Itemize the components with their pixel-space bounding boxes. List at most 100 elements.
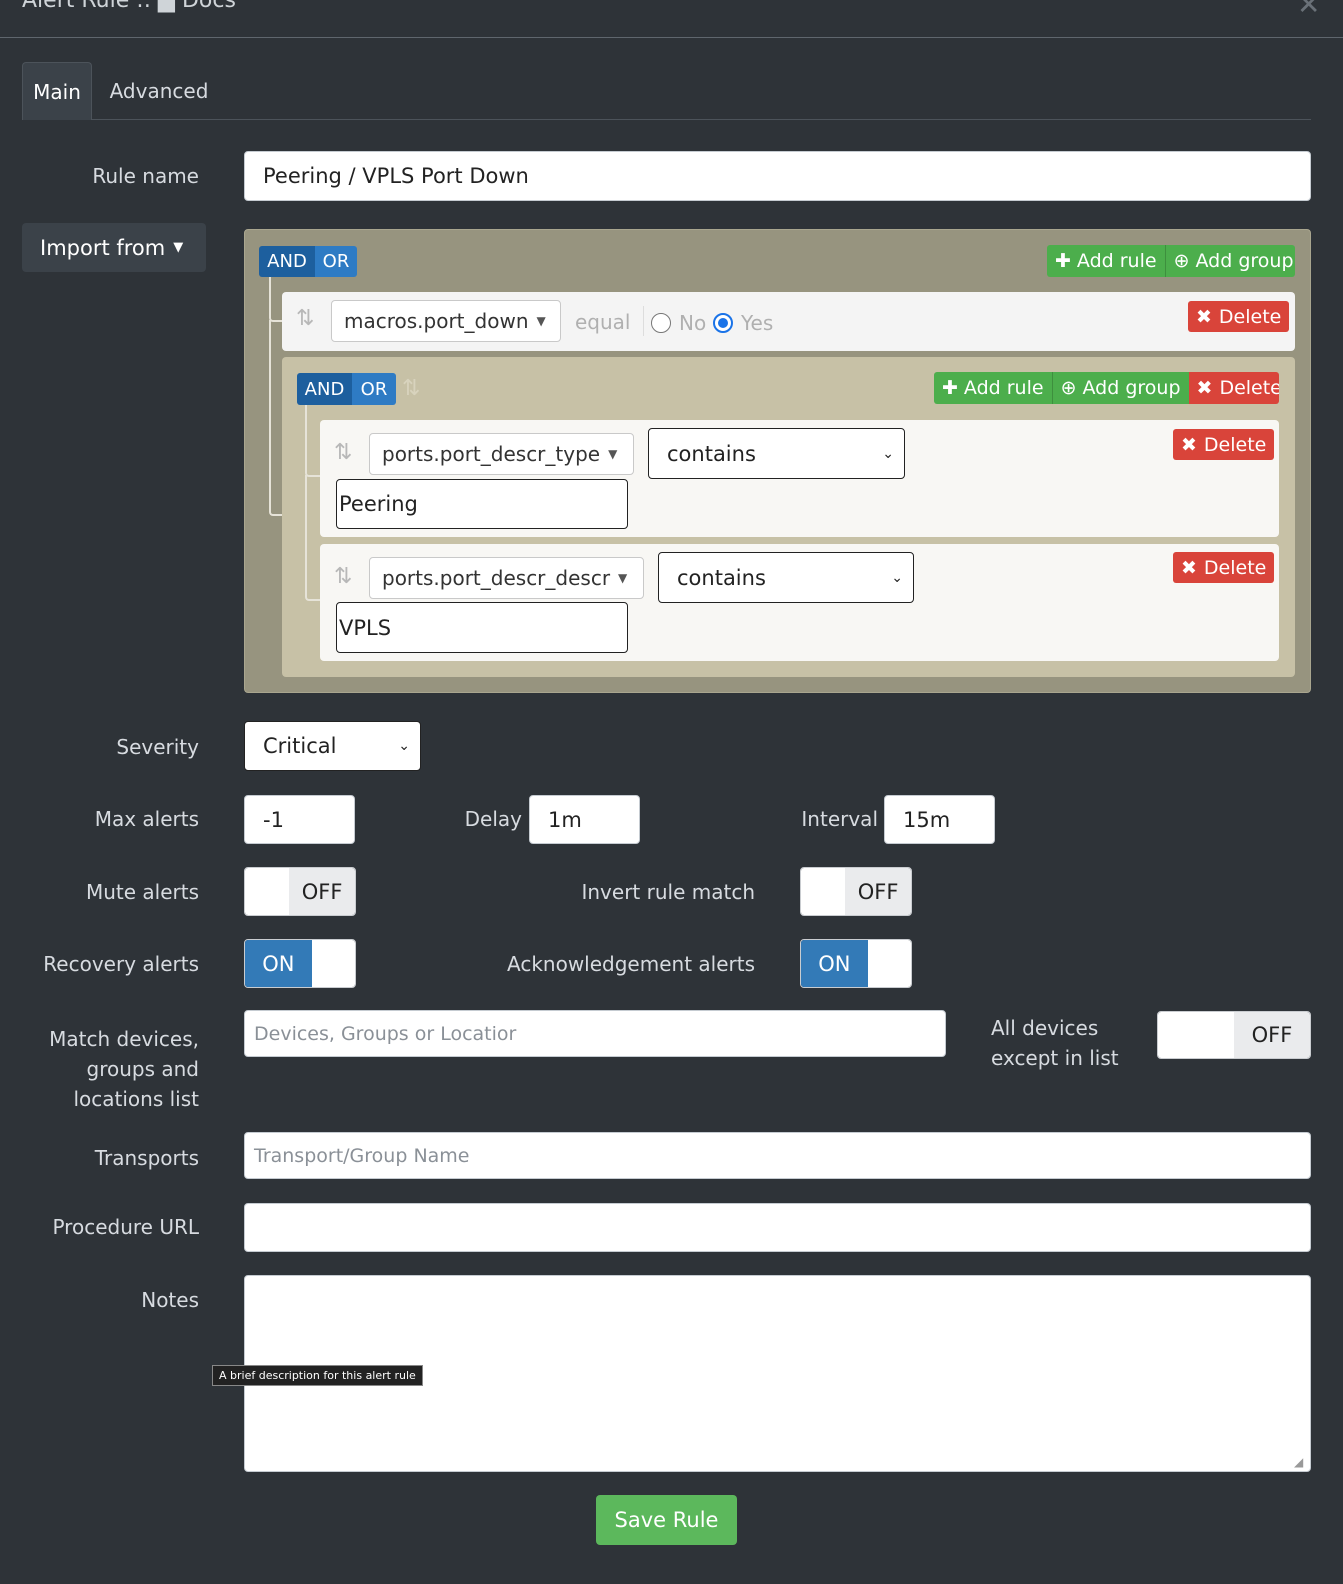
procedure-url-input[interactable] — [244, 1203, 1311, 1252]
ack-alerts-state: ON — [801, 940, 868, 987]
rule1-operator: equal — [575, 310, 631, 334]
match-devices-input[interactable]: Devices, Groups or Locatior — [244, 1010, 946, 1057]
all-devices-toggle[interactable]: OFF — [1157, 1011, 1311, 1059]
match-devices-label: Match devices, groups and locations list — [49, 1024, 199, 1114]
rule2-delete-button[interactable]: ✖ Delete — [1173, 429, 1275, 460]
delete-label: Delete — [1219, 377, 1279, 399]
severity-label: Severity — [116, 735, 199, 759]
chevron-down-icon: ⌄ — [891, 569, 903, 586]
import-from-label: Import from — [40, 235, 166, 260]
notes-label: Notes — [141, 1288, 199, 1312]
rule3-field-value: ports.port_descr_descr — [382, 566, 611, 590]
resize-handle-icon[interactable]: ◢ — [1294, 1455, 1303, 1469]
radio-yes-circle[interactable] — [713, 313, 733, 333]
match-devices-label-line2: groups and — [86, 1057, 200, 1081]
severity-value: Critical — [263, 734, 337, 758]
inner-group-buttons: ✚ Add rule ⊕ Add group ✖ Delete — [934, 372, 1279, 404]
rule3-operator-value: contains — [677, 565, 766, 590]
rule1-delete-button[interactable]: ✖ Delete — [1188, 301, 1290, 332]
outer-and-button[interactable]: AND — [259, 246, 315, 277]
tab-divider — [92, 119, 1311, 120]
inner-and-or-toggle: AND OR — [297, 373, 396, 405]
mute-alerts-toggle[interactable]: OFF — [244, 867, 356, 916]
rule3-field-select[interactable]: ports.port_descr_descr ▼ — [369, 557, 644, 599]
delete-label: Delete — [1218, 305, 1282, 328]
sort-handle-icon[interactable]: ⇅ — [296, 306, 314, 331]
recovery-alerts-state: ON — [245, 940, 312, 987]
caret-down-icon: ▼ — [608, 447, 618, 461]
times-icon: ✖ — [1181, 433, 1197, 456]
rule3-operator-select[interactable]: contains ⌄ — [658, 552, 914, 603]
close-icon[interactable]: ✕ — [1297, 0, 1320, 21]
sort-handle-icon[interactable]: ⇅ — [334, 564, 352, 589]
connector-line — [305, 475, 321, 601]
toggle-handle — [867, 940, 911, 987]
recovery-alerts-toggle[interactable]: ON — [244, 939, 356, 988]
all-devices-state: OFF — [1234, 1012, 1310, 1058]
chevron-down-icon: ⌄ — [398, 738, 410, 754]
rule3-delete-button[interactable]: ✖ Delete — [1173, 552, 1275, 583]
outer-add-buttons: ✚ Add rule ⊕ Add group — [1047, 245, 1295, 277]
rule2-operator-select[interactable]: contains ⌄ — [648, 428, 905, 479]
procedure-url-label: Procedure URL — [52, 1215, 199, 1239]
max-alerts-label: Max alerts — [94, 807, 199, 831]
ack-alerts-label-text: Acknowledgement alerts — [507, 952, 755, 976]
delay-label: Delay — [464, 807, 522, 831]
all-devices-label-line1: All devices — [991, 1016, 1099, 1040]
transports-input[interactable]: Transport/Group Name — [244, 1132, 1311, 1179]
radio-yes-label: Yes — [741, 311, 774, 335]
delay-input[interactable]: 1m — [529, 795, 640, 844]
toggle-handle — [1158, 1012, 1234, 1058]
ack-alerts-toggle[interactable]: ON — [800, 939, 912, 988]
rule2-field-value: ports.port_descr_type — [382, 442, 601, 466]
transports-label: Transports — [94, 1146, 199, 1170]
rule2-value-input[interactable]: Peering — [336, 479, 628, 529]
inner-and-button[interactable]: AND — [297, 373, 352, 405]
rule3-value-input[interactable]: VPLS — [336, 602, 628, 653]
all-devices-label-line2: except in list — [991, 1046, 1119, 1070]
inner-add-rule-button[interactable]: ✚ Add rule — [934, 372, 1052, 404]
rule2-field-select[interactable]: ports.port_descr_type ▼ — [369, 433, 634, 475]
modal-title: Alert Rule :: ▆ Docs — [22, 0, 236, 13]
radio-no-circle[interactable] — [651, 313, 671, 333]
connector-line — [269, 320, 283, 516]
radio-no-label: No — [679, 311, 707, 335]
import-from-button[interactable]: Import from ▼ — [22, 223, 206, 272]
tab-advanced[interactable]: Advanced — [100, 62, 218, 120]
rule1-field-select[interactable]: macros.port_down ▼ — [331, 300, 561, 342]
toggle-handle — [245, 868, 290, 915]
match-devices-label-line3: locations list — [73, 1087, 199, 1111]
sort-handle-icon[interactable]: ⇅ — [402, 376, 420, 401]
chevron-down-icon: ⌄ — [882, 445, 894, 462]
radio-no[interactable]: No — [651, 311, 706, 335]
invert-rule-toggle[interactable]: OFF — [800, 867, 912, 916]
plus-circle-icon: ⊕ — [1173, 250, 1190, 272]
add-rule-label: Add rule — [963, 377, 1044, 399]
outer-add-group-button[interactable]: ⊕ Add group — [1164, 245, 1295, 277]
sort-handle-icon[interactable]: ⇅ — [334, 440, 352, 465]
inner-add-group-button[interactable]: ⊕ Add group — [1051, 372, 1189, 404]
times-icon: ✖ — [1181, 556, 1197, 579]
outer-and-or-toggle: AND OR — [259, 246, 357, 277]
all-devices-label: All devices except in list — [991, 1013, 1119, 1073]
interval-input[interactable]: 15m — [884, 795, 995, 844]
times-icon: ✖ — [1196, 305, 1212, 328]
severity-select[interactable]: Critical ⌄ — [244, 721, 421, 771]
outer-add-rule-button[interactable]: ✚ Add rule — [1047, 245, 1165, 277]
outer-or-button[interactable]: OR — [315, 246, 357, 277]
tab-main[interactable]: Main — [22, 62, 92, 120]
max-alerts-input[interactable]: -1 — [244, 795, 355, 844]
invert-rule-label: Invert rule match — [581, 880, 755, 904]
caret-down-icon: ▼ — [173, 240, 184, 255]
connector-line — [269, 277, 283, 322]
delete-label: Delete — [1203, 433, 1267, 456]
radio-yes[interactable]: Yes — [713, 311, 773, 335]
inner-or-button[interactable]: OR — [352, 373, 396, 405]
save-rule-button[interactable]: Save Rule — [596, 1495, 737, 1545]
rule-name-input[interactable]: Peering / VPLS Port Down — [244, 151, 1311, 201]
inner-group-delete-button[interactable]: ✖ Delete — [1188, 372, 1279, 404]
mute-alerts-state: OFF — [289, 868, 355, 915]
notes-tooltip: A brief description for this alert rule — [212, 1365, 423, 1386]
delete-label: Delete — [1203, 556, 1267, 579]
rule1-field-value: macros.port_down — [344, 309, 529, 333]
